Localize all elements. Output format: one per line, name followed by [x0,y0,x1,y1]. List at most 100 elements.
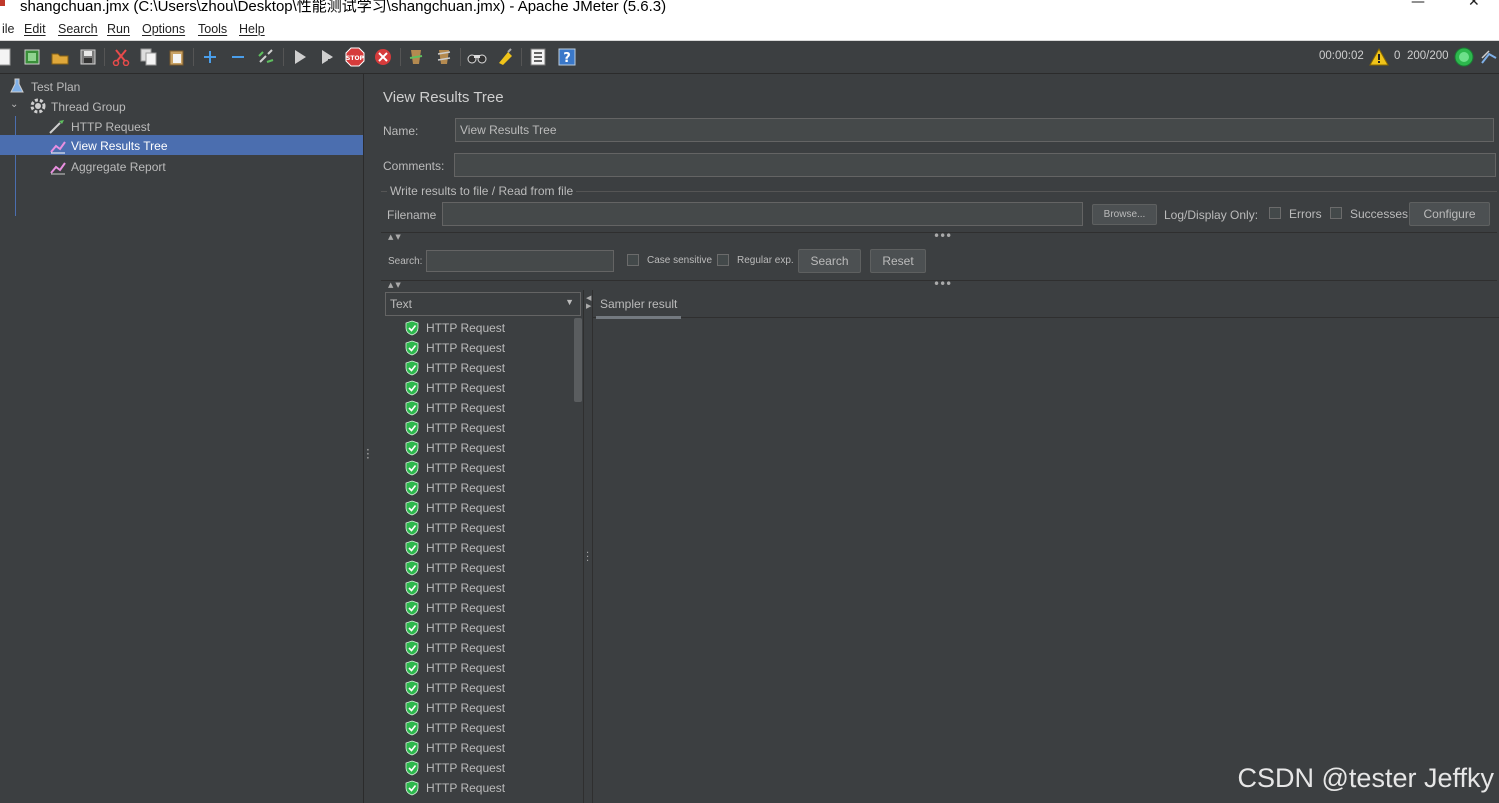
search-icon[interactable] [467,47,487,67]
result-item[interactable]: HTTP Request [405,498,575,518]
case-sensitive-checkbox[interactable] [627,254,639,266]
tree-item-thread-group[interactable]: ⌄ Thread Group [0,96,363,116]
paste-icon[interactable] [167,47,187,67]
pane-splitter-handle[interactable]: · · · [586,549,589,567]
start-no-pause-icon[interactable] [317,47,337,67]
open-icon[interactable] [50,47,70,67]
result-item-label: HTTP Request [426,501,506,515]
result-item[interactable]: HTTP Request [405,318,575,338]
result-item-label: HTTP Request [426,661,506,675]
menu-options[interactable]: Options [142,22,185,36]
result-item-label: HTTP Request [426,421,506,435]
vertical-splitter-handle[interactable]: · · · [366,444,370,464]
result-item[interactable]: HTTP Request [405,458,575,478]
errors-checkbox[interactable] [1269,207,1281,219]
renderer-select[interactable]: Text ▼ [385,292,581,316]
drag-handle-icon[interactable]: ••• [933,229,952,243]
menu-file[interactable]: ile [2,22,15,36]
errors-label: Errors [1289,207,1322,221]
results-scrollbar[interactable] [574,318,582,402]
result-item[interactable]: HTTP Request [405,758,575,778]
filename-label: Filename [387,208,437,222]
configure-button[interactable]: Configure [1409,202,1490,226]
comments-field[interactable] [454,153,1496,177]
result-item[interactable]: HTTP Request [405,438,575,458]
result-item[interactable]: HTTP Request [405,698,575,718]
success-shield-icon [405,320,419,339]
new-icon[interactable] [0,47,14,67]
name-label: Name: [383,124,419,138]
result-item[interactable]: HTTP Request [405,658,575,678]
comments-label: Comments: [383,159,445,173]
help-icon[interactable]: ? [557,47,577,67]
successes-checkbox[interactable] [1330,207,1342,219]
cut-icon[interactable] [111,47,131,67]
templates-icon[interactable] [22,47,42,67]
close-button[interactable]: ✕ [1468,0,1480,10]
result-item[interactable]: HTTP Request [405,518,575,538]
collapse-arrows-icon[interactable]: ▲▼ [388,281,403,289]
tab-sampler-result[interactable]: Sampler result [596,292,682,319]
success-shield-icon [405,560,419,579]
tree-item-label: HTTP Request [71,120,151,134]
name-field[interactable]: View Results Tree [455,118,1494,142]
result-item[interactable]: HTTP Request [405,398,575,418]
success-shield-icon [405,600,419,619]
menu-tools[interactable]: Tools [198,22,227,36]
result-item[interactable]: HTTP Request [405,378,575,398]
result-item[interactable]: HTTP Request [405,358,575,378]
search-button[interactable]: Search [798,249,861,273]
filename-field[interactable] [442,202,1083,226]
drag-handle-icon[interactable]: ••• [933,277,952,291]
result-tabs: Sampler result [592,290,1499,319]
expand-icon[interactable] [200,47,220,67]
result-item[interactable]: HTTP Request [405,598,575,618]
clear-icon[interactable] [406,47,426,67]
tree-item-aggregate-report[interactable]: Aggregate Report [0,156,363,176]
clear-all-icon[interactable] [434,47,454,67]
toolbar-separator [193,48,194,66]
success-shield-icon [405,700,419,719]
result-item[interactable]: HTTP Request [405,738,575,758]
pane-collapse-arrows[interactable]: ◀ ▶ [586,294,591,310]
menu-edit[interactable]: Edit [24,22,46,36]
result-item[interactable]: HTTP Request [405,618,575,638]
save-icon[interactable] [78,47,98,67]
reset-button[interactable]: Reset [870,249,926,273]
result-item[interactable]: HTTP Request [405,538,575,558]
log-display-label: Log/Display Only: [1164,208,1259,222]
result-item[interactable]: HTTP Request [405,718,575,738]
result-item[interactable]: HTTP Request [405,638,575,658]
shutdown-icon[interactable] [373,47,393,67]
menu-help[interactable]: Help [239,22,265,36]
result-item[interactable]: HTTP Request [405,778,575,798]
collapse-arrows-icon[interactable]: ▲▼ [388,233,403,241]
result-item[interactable]: HTTP Request [405,558,575,578]
collapse-icon[interactable] [228,47,248,67]
copy-icon[interactable] [139,47,159,67]
stop-icon[interactable]: STOP [345,47,365,67]
menu-run[interactable]: Run [107,22,130,36]
menu-search[interactable]: Search [58,22,98,36]
chevron-down-icon[interactable]: ⌄ [10,99,18,110]
toggle-icon[interactable] [256,47,276,67]
result-item[interactable]: HTTP Request [405,678,575,698]
reset-search-icon[interactable] [495,47,515,67]
test-plan-tree: Test Plan ⌄ Thread Group HTTP Request Vi… [0,74,364,803]
tree-item-view-results-tree[interactable]: View Results Tree [0,135,363,155]
browse-button[interactable]: Browse... [1092,204,1157,225]
start-icon[interactable] [290,47,310,67]
result-item[interactable]: HTTP Request [405,578,575,598]
search-input[interactable] [426,250,614,272]
log-viewer-icon[interactable] [1479,47,1499,67]
function-helper-icon[interactable] [528,47,548,67]
result-item[interactable]: HTTP Request [405,478,575,498]
result-item[interactable]: HTTP Request [405,418,575,438]
warning-icon[interactable] [1369,47,1389,67]
tree-item-http-request[interactable]: HTTP Request [0,116,363,136]
minimize-button[interactable]: — [1411,0,1425,10]
regex-checkbox[interactable] [717,254,729,266]
result-item[interactable]: HTTP Request [405,338,575,358]
tree-item-test-plan[interactable]: Test Plan [0,76,363,96]
success-shield-icon [405,720,419,739]
